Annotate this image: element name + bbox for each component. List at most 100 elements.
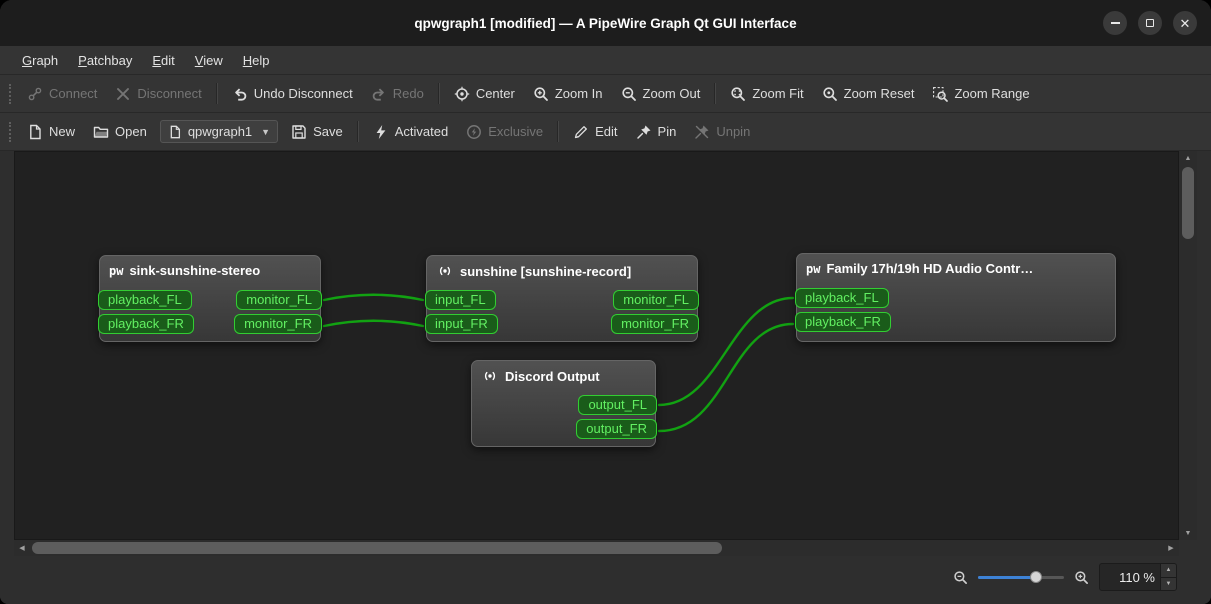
horizontal-scrollbar[interactable]: ◀ ▶ — [14, 540, 1179, 556]
input-ports: playback_FL playback_FR — [795, 288, 891, 332]
output-ports: output_FL output_FR — [576, 395, 657, 439]
link-monitor-fr-to-input-fr[interactable] — [322, 319, 425, 328]
maximize-button[interactable] — [1138, 11, 1162, 35]
open-label: Open — [115, 124, 147, 139]
redo-button[interactable]: Redo — [362, 81, 433, 107]
zoom-out-button[interactable]: Zoom Out — [612, 81, 710, 107]
exclusive-button[interactable]: Exclusive — [457, 119, 552, 145]
redo-label: Redo — [392, 86, 424, 101]
graph-canvas[interactable]: pw sink-sunshine-stereo playback_FL play… — [14, 151, 1179, 540]
port-monitor-fr[interactable]: monitor_FR — [611, 314, 699, 334]
zoom-reset-icon — [822, 86, 838, 102]
port-input-fr[interactable]: input_FR — [425, 314, 498, 334]
node-header: sunshine [sunshine-record] — [427, 256, 697, 282]
minimize-button[interactable] — [1103, 11, 1127, 35]
node-title: Discord Output — [505, 368, 600, 384]
scroll-down-arrow[interactable]: ▼ — [1180, 526, 1196, 540]
connect-label: Connect — [49, 86, 98, 101]
scroll-right-arrow[interactable]: ▶ — [1163, 541, 1179, 555]
port-monitor-fr[interactable]: monitor_FR — [234, 314, 322, 334]
node-discord-output[interactable]: Discord Output output_FL output_FR — [471, 360, 657, 447]
link-monitor-fl-to-input-fl[interactable] — [322, 293, 425, 302]
menu-edit[interactable]: Edit — [142, 49, 184, 72]
undo-disconnect-button[interactable]: Undo Disconnect — [223, 81, 362, 107]
qpwgraph-window: qpwgraph1 [modified] — A PipeWire Graph … — [0, 0, 1211, 604]
zoom-slider[interactable] — [978, 568, 1064, 586]
center-button[interactable]: Center — [445, 81, 524, 107]
menu-patchbay[interactable]: Patchbay — [68, 49, 142, 72]
pin-label: Pin — [657, 124, 677, 139]
vertical-scroll-track[interactable] — [1179, 165, 1197, 526]
audio-device-icon — [481, 368, 499, 384]
node-sink-sunshine-stereo[interactable]: pw sink-sunshine-stereo playback_FL play… — [98, 255, 322, 342]
redo-icon — [371, 86, 387, 102]
window-title: qpwgraph1 [modified] — A PipeWire Graph … — [414, 15, 797, 31]
edit-button[interactable]: Edit — [564, 119, 626, 145]
zoom-slider-track[interactable] — [978, 576, 1064, 579]
port-monitor-fl[interactable]: monitor_FL — [613, 290, 699, 310]
center-label: Center — [475, 86, 515, 101]
open-button[interactable]: Open — [84, 119, 156, 145]
zoom-spinbox[interactable]: 110 % ▲ ▼ — [1099, 563, 1177, 591]
port-monitor-fl[interactable]: monitor_FL — [236, 290, 322, 310]
zoom-reset-button[interactable]: Zoom Reset — [813, 81, 924, 107]
node-family-hd-audio[interactable]: pw Family 17h/19h HD Audio Contr… playba… — [795, 253, 1116, 342]
title-bar[interactable]: qpwgraph1 [modified] — A PipeWire Graph … — [0, 0, 1211, 46]
graph-toolbar: Connect Disconnect Undo Disconnect Redo … — [0, 75, 1211, 113]
port-output-fl[interactable]: output_FL — [578, 395, 657, 415]
node-title: sink-sunshine-stereo — [129, 263, 261, 278]
window-controls: ✕ — [1103, 0, 1197, 46]
port-playback-fr[interactable]: playback_FR — [795, 312, 891, 332]
zoom-value: 110 % — [1119, 569, 1155, 585]
disconnect-button[interactable]: Disconnect — [106, 81, 210, 107]
spin-up-button[interactable]: ▲ — [1161, 564, 1176, 578]
pipewire-icon: pw — [109, 263, 124, 278]
scrollbar-corner — [1179, 540, 1197, 556]
connect-button[interactable]: Connect — [18, 81, 106, 107]
zoom-out-label: Zoom Out — [642, 86, 701, 101]
horizontal-scroll-track[interactable] — [30, 540, 1163, 556]
new-button[interactable]: New — [18, 119, 84, 145]
menu-help[interactable]: Help — [233, 49, 280, 72]
node-header: pw sink-sunshine-stereo — [100, 256, 320, 281]
menu-view[interactable]: View — [185, 49, 233, 72]
scroll-up-arrow[interactable]: ▲ — [1180, 151, 1196, 165]
input-ports: playback_FL playback_FR — [98, 290, 194, 334]
zoom-fit-button[interactable]: Zoom Fit — [721, 81, 812, 107]
node-sunshine-record[interactable]: sunshine [sunshine-record] input_FL inpu… — [425, 255, 699, 342]
toolbar-separator — [356, 121, 359, 142]
zoom-in-icon[interactable] — [1074, 570, 1089, 585]
node-title: sunshine [sunshine-record] — [460, 263, 632, 279]
save-button[interactable]: Save — [282, 119, 352, 145]
graph-view: pw sink-sunshine-stereo playback_FL play… — [14, 151, 1197, 556]
port-input-fl[interactable]: input_FL — [425, 290, 496, 310]
session-combo-value: qpwgraph1 — [187, 124, 253, 139]
save-label: Save — [313, 124, 343, 139]
audio-device-icon — [436, 263, 454, 279]
toolbar-drag-handle[interactable] — [9, 83, 11, 104]
port-playback-fl[interactable]: playback_FL — [795, 288, 889, 308]
spin-down-button[interactable]: ▼ — [1161, 577, 1176, 590]
zoom-slider-handle[interactable] — [1030, 571, 1043, 583]
zoom-out-icon[interactable] — [953, 570, 968, 585]
zoom-out-icon — [621, 86, 637, 102]
vertical-scroll-handle[interactable] — [1182, 167, 1194, 239]
unpin-button[interactable]: Unpin — [685, 119, 759, 145]
vertical-scrollbar[interactable]: ▲ ▼ — [1179, 151, 1197, 540]
zoom-range-button[interactable]: Zoom Range — [923, 81, 1038, 107]
zoom-in-button[interactable]: Zoom In — [524, 81, 612, 107]
horizontal-scroll-handle[interactable] — [32, 542, 722, 554]
toolbar-drag-handle[interactable] — [9, 121, 11, 142]
menu-graph[interactable]: Graph — [12, 49, 68, 72]
scroll-left-arrow[interactable]: ◀ — [14, 541, 30, 555]
toolbar-separator — [557, 121, 560, 142]
undo-icon — [232, 86, 248, 102]
session-combo[interactable]: qpwgraph1 ▼ — [159, 120, 279, 143]
edit-label: Edit — [595, 124, 618, 139]
port-playback-fl[interactable]: playback_FL — [98, 290, 192, 310]
pin-button[interactable]: Pin — [627, 119, 686, 145]
activated-button[interactable]: Activated — [364, 119, 457, 145]
close-button[interactable]: ✕ — [1173, 11, 1197, 35]
port-playback-fr[interactable]: playback_FR — [98, 314, 194, 334]
port-output-fr[interactable]: output_FR — [576, 419, 657, 439]
